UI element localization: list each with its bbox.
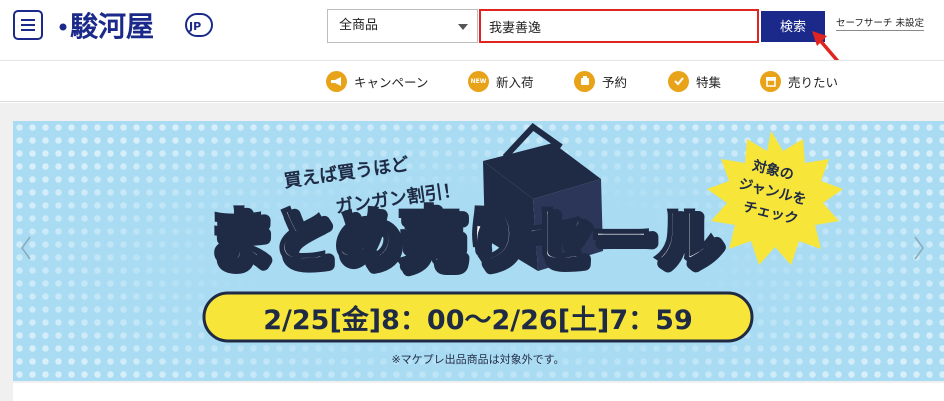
nav-item-label: 特集 — [696, 74, 722, 90]
reservation-hand-icon — [574, 70, 595, 92]
store-icon — [760, 70, 781, 92]
search-input[interactable] — [481, 11, 757, 41]
sale-banner[interactable]: 買えば買うほど ガンガン割引！ まとめ売りセール まとめ売りセール 対象の ジャ… — [13, 121, 944, 381]
site-header: 駿河屋 JP 全商品 検索 セーフサーチ 未設定 — [0, 0, 944, 68]
exclusion-note: ※マケプレ出品商品は対象外です。 — [391, 352, 564, 366]
megaphone-icon — [326, 70, 347, 92]
date-range: 2/25[金]8：00～2/26[土]7：59 — [263, 304, 693, 336]
logo-suffix: JP — [188, 20, 201, 33]
nav-item-features[interactable]: 特集 — [668, 69, 721, 93]
banner-artwork: 買えば買うほど ガンガン割引！ まとめ売りセール まとめ売りセール 対象の ジャ… — [202, 123, 843, 366]
nav-item-label: キャンペーン — [354, 74, 429, 90]
banner-title: まとめ売りセール — [205, 201, 717, 275]
starburst-badge: 対象の ジャンルを チェック — [707, 131, 843, 265]
new-badge-icon: NEW — [468, 70, 489, 92]
carousel-prev-icon[interactable] — [19, 233, 33, 263]
feature-check-icon — [668, 70, 689, 92]
nav-item-label: 新入荷 — [496, 74, 534, 90]
safe-search-toggle[interactable]: セーフサーチ 未設定 — [836, 17, 924, 31]
nav-item-reservation[interactable]: 予約 — [574, 69, 627, 93]
site-logo[interactable]: 駿河屋 JP — [56, 3, 216, 45]
nav-item-sell[interactable]: 売りたい — [760, 69, 838, 93]
safe-search-value: 未設定 — [895, 18, 924, 29]
category-select-value: 全商品 — [339, 18, 379, 33]
nav-item-new-arrivals[interactable]: NEW 新入荷 — [468, 69, 534, 93]
tagline-line1: 買えば買うほど — [282, 154, 410, 192]
hamburger-menu-button[interactable] — [13, 10, 43, 40]
logo-text: 駿河屋 — [70, 10, 154, 43]
search-box[interactable] — [479, 9, 759, 43]
category-select[interactable]: 全商品 — [327, 9, 478, 43]
menu-line — [21, 19, 35, 21]
category-nav: キャンペーン NEW 新入荷 予約 特集 売りたい — [0, 60, 944, 102]
nav-item-campaign[interactable]: キャンペーン — [326, 69, 428, 93]
menu-line — [21, 24, 35, 26]
chevron-down-icon — [458, 24, 468, 30]
content-panel — [13, 383, 944, 401]
carousel-next-icon[interactable] — [912, 233, 926, 263]
nav-item-label: 売りたい — [788, 74, 839, 90]
nav-item-label: 予約 — [602, 74, 628, 90]
menu-line — [21, 29, 35, 31]
